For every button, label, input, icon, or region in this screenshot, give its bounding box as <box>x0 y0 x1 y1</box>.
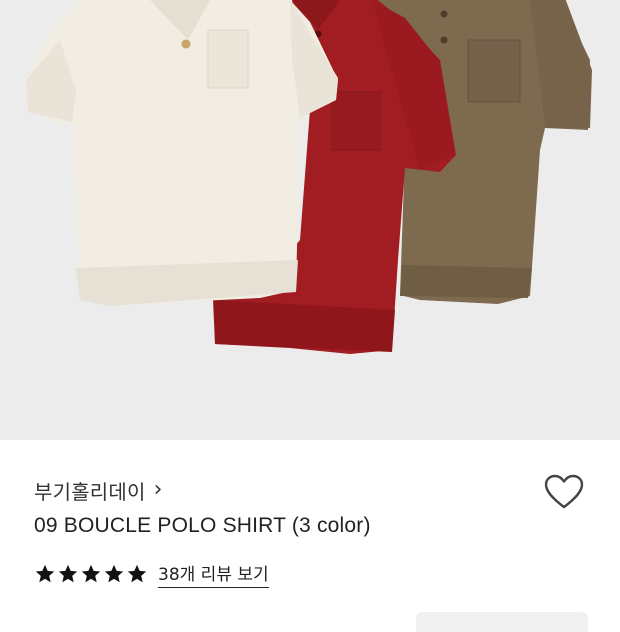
product-title: 09 BOUCLE POLO SHIRT (3 color) <box>34 514 371 537</box>
chevron-right-icon: › <box>153 476 163 502</box>
product-photo <box>0 0 620 440</box>
star-filled-icon <box>127 564 147 583</box>
heart-outline-icon <box>544 474 584 509</box>
star-filled-icon <box>58 564 78 583</box>
star-filled-icon <box>35 564 55 583</box>
review-link[interactable]: 38개 리뷰 보기 <box>158 560 269 588</box>
brand-name[interactable]: 부기홀리데이 <box>34 476 146 505</box>
star-filled-icon <box>104 564 124 583</box>
next-section-edge <box>416 612 588 632</box>
wishlist-button[interactable] <box>544 474 584 510</box>
star-rating <box>34 563 148 585</box>
rating-row: 38개 리뷰 보기 <box>34 560 269 588</box>
star-filled-icon <box>81 564 101 583</box>
brand-link[interactable]: 부기홀리데이 › <box>34 476 162 505</box>
product-image[interactable] <box>0 0 620 440</box>
